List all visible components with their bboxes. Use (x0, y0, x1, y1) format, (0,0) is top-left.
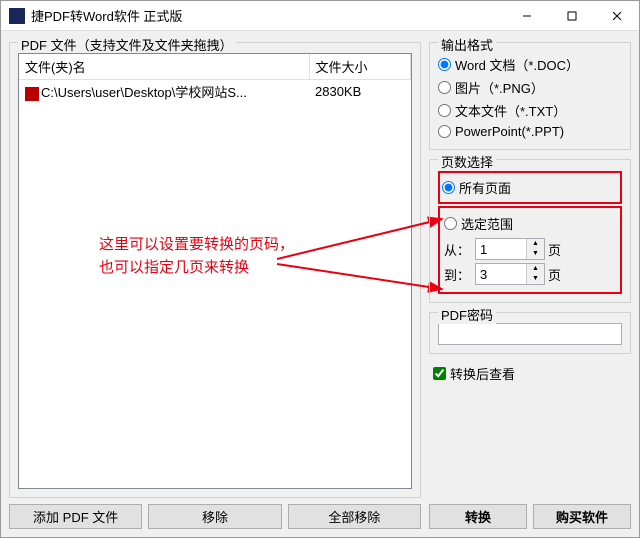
convert-button[interactable]: 转换 (429, 504, 527, 529)
to-spinbox[interactable]: ▲▼ (475, 263, 545, 285)
radio-word[interactable] (438, 58, 451, 71)
radio-png[interactable] (438, 81, 451, 94)
pdf-files-legend: PDF 文件（支持文件及文件夹拖拽） (18, 35, 236, 54)
output-format-group: 输出格式 Word 文档（*.DOC） 图片（*.PNG） 文本文件（*.TXT… (429, 42, 631, 150)
from-input[interactable] (476, 239, 526, 259)
output-format-legend: 输出格式 (438, 35, 496, 54)
pdf-password-legend: PDF密码 (438, 305, 496, 324)
table-row[interactable]: C:\Users\user\Desktop\学校网站S... 2830KB (19, 80, 411, 104)
col-filename[interactable]: 文件(夹)名 (19, 54, 309, 80)
file-list[interactable]: 文件(夹)名 文件大小 C:\Users\user\Desktop\学校网站S.… (18, 53, 412, 489)
spin-down-icon[interactable]: ▼ (527, 249, 544, 259)
maximize-button[interactable] (549, 1, 594, 30)
annotation-text: 这里可以设置要转换的页码， 也可以指定几页来转换 (99, 234, 294, 279)
close-button[interactable] (594, 1, 639, 30)
annotation-arrow-2 (277, 259, 447, 299)
view-after-checkbox[interactable] (433, 367, 446, 380)
file-size: 2830KB (309, 80, 411, 104)
page-select-legend: 页数选择 (438, 152, 496, 171)
radio-ppt[interactable] (438, 125, 451, 138)
minimize-button[interactable] (504, 1, 549, 30)
add-pdf-button[interactable]: 添加 PDF 文件 (9, 504, 142, 529)
radio-txt[interactable] (438, 104, 451, 117)
to-input[interactable] (476, 264, 526, 284)
radio-all-pages[interactable] (442, 181, 455, 194)
password-input[interactable] (438, 323, 622, 345)
pdf-password-group: PDF密码 (429, 312, 631, 354)
spin-up-icon[interactable]: ▲ (527, 264, 544, 274)
to-label: 到： (444, 265, 472, 284)
pdf-icon (25, 87, 39, 101)
from-label: 从： (444, 240, 472, 259)
spin-down-icon[interactable]: ▼ (527, 274, 544, 284)
radio-page-range[interactable] (444, 217, 457, 230)
app-window: 捷PDF转Word软件 正式版 PDF 文件（支持文件及文件夹拖拽） 文件(夹)… (0, 0, 640, 538)
from-spinbox[interactable]: ▲▼ (475, 238, 545, 260)
buy-button[interactable]: 购买软件 (533, 504, 631, 529)
remove-all-button[interactable]: 全部移除 (288, 504, 421, 529)
window-title: 捷PDF转Word软件 正式版 (31, 6, 504, 25)
spin-up-icon[interactable]: ▲ (527, 239, 544, 249)
file-path: C:\Users\user\Desktop\学校网站S... (41, 85, 247, 100)
app-logo-icon (9, 8, 25, 24)
pdf-files-group: PDF 文件（支持文件及文件夹拖拽） 文件(夹)名 文件大小 C:\Users\… (9, 42, 421, 498)
titlebar: 捷PDF转Word软件 正式版 (1, 1, 639, 31)
remove-button[interactable]: 移除 (148, 504, 281, 529)
view-after-label: 转换后查看 (450, 364, 515, 383)
col-filesize[interactable]: 文件大小 (309, 54, 411, 80)
annotation-arrow-1 (277, 214, 447, 274)
page-select-group: 页数选择 所有页面 选定范围 从： ▲▼ 页 到： ▲▼ 页 (429, 159, 631, 303)
